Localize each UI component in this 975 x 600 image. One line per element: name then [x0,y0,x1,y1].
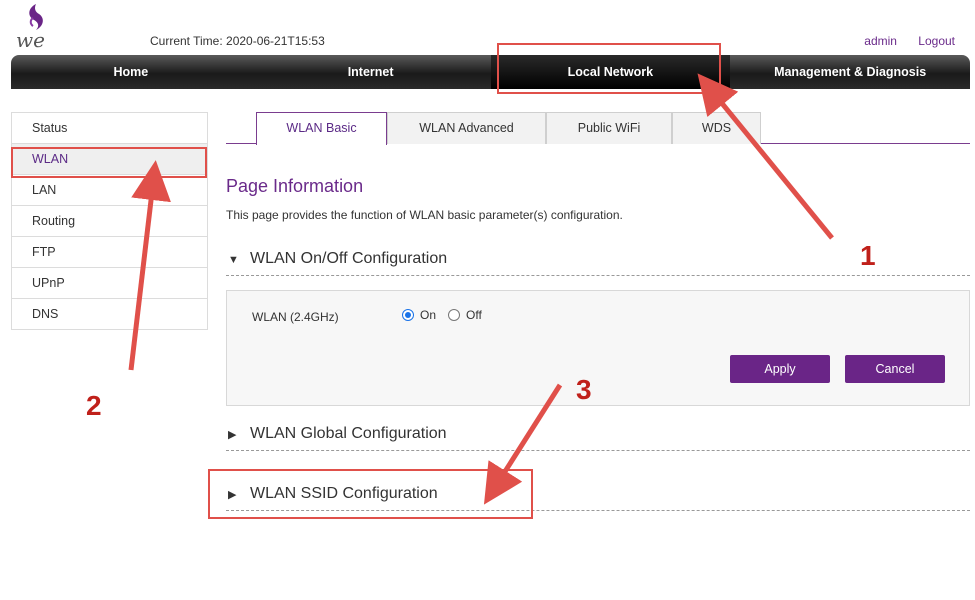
annotation-box-local-network [497,43,721,94]
wlan-onoff-panel: WLAN (2.4GHz) On Off Apply Cancel [226,290,970,406]
sidebar-item-upnp[interactable]: UPnP [12,268,207,299]
top-navigation: Home Internet Local Network Management &… [11,55,970,89]
user-links: admin Logout [846,34,955,48]
tab-wlan-basic[interactable]: WLAN Basic [256,112,387,145]
annotation-number-2: 2 [86,390,102,421]
collapsed-triangle-icon: ▶ [228,429,237,441]
tab-wds[interactable]: WDS [672,112,761,144]
annotation-box-wlan [11,147,207,178]
admin-link[interactable]: admin [864,34,897,48]
logout-link[interactable]: Logout [918,34,955,48]
expanded-triangle-icon: ▼ [228,254,239,266]
logo-text: we [16,28,45,52]
section-wlan-global-header[interactable]: ▶ WLAN Global Configuration [226,425,970,451]
page-description: This page provides the function of WLAN … [226,208,623,222]
tab-bar: WLAN Basic WLAN Advanced Public WiFi WDS [226,112,970,145]
annotation-number-3: 3 [576,374,592,405]
radio-on[interactable] [402,309,414,321]
wlan-24ghz-label: WLAN (2.4GHz) [252,310,339,324]
tab-public-wifi[interactable]: Public WiFi [546,112,672,144]
nav-internet[interactable]: Internet [251,55,491,89]
sidebar-item-ftp[interactable]: FTP [12,237,207,268]
sidebar-item-lan[interactable]: LAN [12,175,207,206]
annotation-number-1: 1 [860,240,876,271]
radio-off-label: Off [466,308,482,322]
sidebar: Status WLAN LAN Routing FTP UPnP DNS [11,112,208,330]
nav-management-diagnosis[interactable]: Management & Diagnosis [730,55,970,89]
cancel-button[interactable]: Cancel [845,355,945,383]
annotation-box-ssid [208,469,533,519]
current-time: Current Time: 2020-06-21T15:53 [150,34,325,48]
nav-home[interactable]: Home [11,55,251,89]
arrow-1 [697,73,834,240]
page-title: Page Information [226,176,364,196]
wlan-onoff-radio-group: On Off [402,308,494,322]
section-title: WLAN On/Off Configuration [250,250,448,267]
we-logo: we [14,2,58,52]
sidebar-item-routing[interactable]: Routing [12,206,207,237]
tab-wlan-advanced[interactable]: WLAN Advanced [387,112,546,144]
radio-on-label: On [420,308,437,322]
radio-off[interactable] [448,309,461,321]
apply-button[interactable]: Apply [730,355,830,383]
sidebar-item-status[interactable]: Status [12,113,207,144]
sidebar-item-dns[interactable]: DNS [12,299,207,330]
section-title: WLAN Global Configuration [250,425,447,442]
section-wlan-onoff-header[interactable]: ▼ WLAN On/Off Configuration [226,250,970,276]
